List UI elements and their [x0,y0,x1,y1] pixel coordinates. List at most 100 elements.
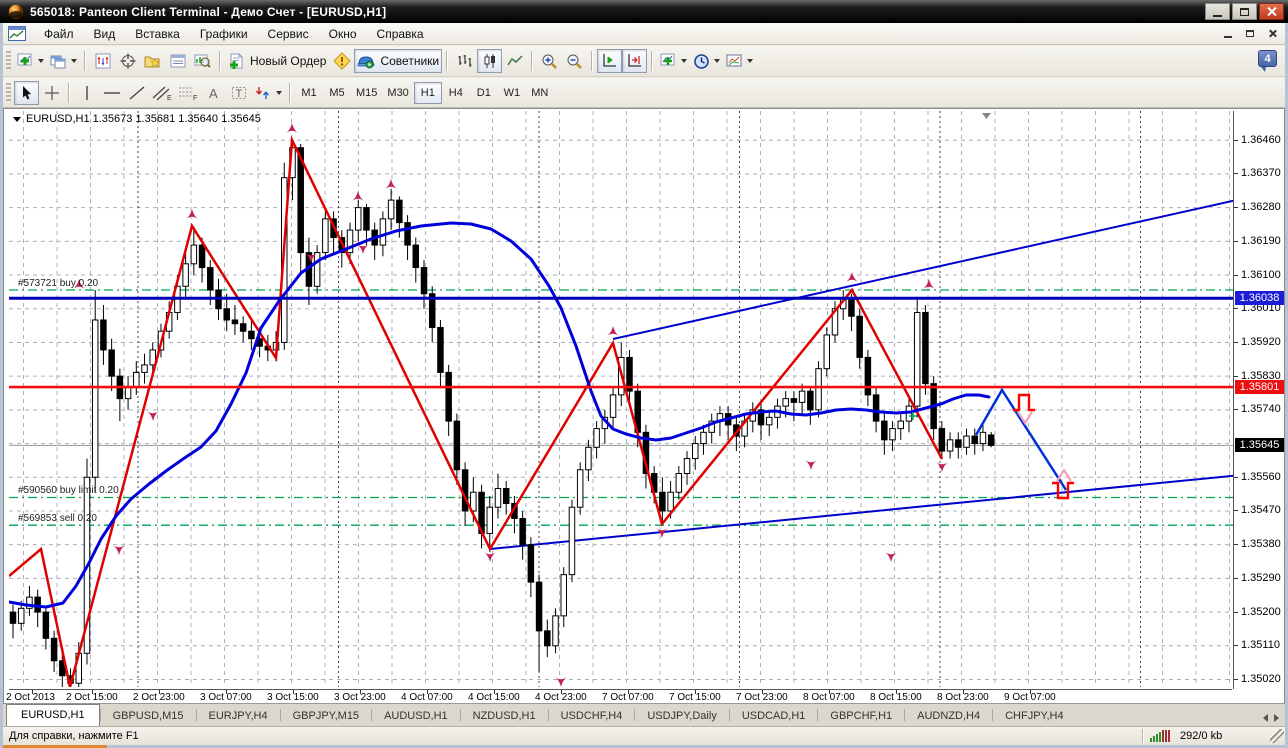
text-label-button[interactable]: T [226,81,251,105]
chart-tab-gbpusd-m15[interactable]: GBPUSD,M15 [101,706,196,726]
zoom-in-button[interactable] [537,49,562,73]
candle-bearish [437,326,444,373]
trendline-button[interactable] [124,81,149,105]
strategy-tester-button[interactable] [190,49,215,73]
metaeditor-button[interactable] [329,49,354,73]
notifications-badge[interactable]: 4 [1258,50,1277,72]
horizontal-line-button[interactable] [99,81,124,105]
chart-tab-audusd-h1[interactable]: AUDUSD,H1 [372,706,460,726]
market-watch-button[interactable] [90,49,115,73]
signal-chevron-up-icon [1056,467,1072,482]
menu-item-вид[interactable]: Вид [84,24,126,44]
price-axis-label: 1.35020 [1241,673,1281,685]
toolbar-grip[interactable] [6,82,11,103]
chart-tab-gbpchf-h1[interactable]: GBPCHF,H1 [818,706,904,726]
chart-tabs: EURUSD,H1 GBPUSD,M15 EURJPY,H4 GBPJPY,M15 AU… [6,704,1076,726]
window-title: 565018: Panteon Client Terminal - Демо С… [30,4,387,19]
fibonacci-button[interactable]: F [175,81,201,105]
time-axis-label: 3 Oct 07:00 [200,692,252,703]
chart-tab-eurjpy-h4[interactable]: EURJPY,H4 [197,706,280,726]
arrow-objects-button[interactable] [251,81,285,105]
timeframe-button-mn[interactable]: MN [526,82,554,104]
order-line-label[interactable]: #590560 buy limit 0.20 [18,485,119,496]
chart-tab-usdjpy-daily[interactable]: USDJPY,Daily [635,706,729,726]
chart-window[interactable]: EURUSD,H1 1.35673 1.35681 1.35640 1.3564… [3,108,1285,704]
zoom-out-button[interactable] [562,49,587,73]
expert-advisors-button[interactable]: Советники [354,49,443,73]
indicators-button[interactable] [657,49,690,73]
time-axis-label: 2 Oct 2013 [6,692,55,703]
candle-bearish [248,330,255,340]
candle-bullish [675,473,683,493]
text-tool-button[interactable]: A [201,81,226,105]
candle-bearish [461,469,469,512]
child-window-controls [1217,25,1283,42]
menu-item-окно[interactable]: Окно [319,24,367,44]
menu-item-файл[interactable]: Файл [34,24,84,44]
restore-button[interactable] [1232,3,1257,20]
chart-tab-gbpjpy-m15[interactable]: GBPJPY,M15 [281,706,371,726]
timeframe-button-m15[interactable]: M15 [351,82,382,104]
tab-scroll-left-button[interactable] [1263,714,1268,722]
toolbar-grip[interactable] [6,51,11,71]
tab-scroll-right-button[interactable] [1274,714,1279,722]
cursor-tool-button[interactable] [14,80,39,105]
new-order-button[interactable]: Новый Ордер [225,49,329,73]
timeframe-button-m5[interactable]: M5 [323,82,351,104]
candle-bearish [807,390,814,411]
chart-tab-usdcad-h1[interactable]: USDCAD,H1 [730,706,818,726]
child-minimize-button[interactable] [1217,25,1239,42]
title-bar[interactable]: 565018: Panteon Client Terminal - Демо С… [0,0,1288,23]
templates-button[interactable] [723,49,756,73]
vertical-line-button[interactable] [74,81,99,105]
chart-shift-button[interactable] [622,49,648,73]
menu-item-графики[interactable]: Графики [190,24,258,44]
candle-bearish [519,517,526,546]
timeframe-button-h1[interactable]: H1 [413,81,442,104]
time-axis[interactable]: 2 Oct 2013 2 Oct 15:00 2 Oct 23:00 3 Oct 07… [6,689,1232,704]
line-chart-button[interactable] [502,49,527,73]
candle-bullish [946,439,954,452]
timeframe-button-d1[interactable]: D1 [470,82,498,104]
child-restore-button[interactable] [1239,25,1261,42]
navigator-button[interactable] [140,49,165,73]
price-tick [1234,611,1238,613]
chart-tab-chfjpy-h4[interactable]: CHFJPY,H4 [993,706,1075,726]
price-axis[interactable]: 1.36460 1.36370 1.36280 1.36190 1.36100 1.360… [1233,111,1284,689]
toolbar-separator [219,51,221,71]
menu-item-справка[interactable]: Справка [367,24,434,44]
candlestick-chart-button[interactable] [477,49,503,73]
status-bar: Для справки, нажмите F1 292/0 kb [3,726,1285,745]
profiles-button[interactable] [47,49,80,73]
crosshair-tool-button[interactable] [39,81,64,105]
resize-grip[interactable] [1270,729,1284,743]
equidistant-channel-button[interactable]: E [149,81,175,105]
timeframe-button-m1[interactable]: M1 [295,82,323,104]
chart-tab-audnzd-h4[interactable]: AUDNZD,H4 [905,706,992,726]
crosshair-icon [120,53,135,69]
chart-tab-nzdusd-h1[interactable]: NZDUSD,H1 [461,706,548,726]
terminal-button[interactable] [165,49,190,73]
bar-chart-button[interactable] [452,49,477,73]
symbol-quote-label[interactable]: EURUSD,H1 1.35673 1.35681 1.35640 1.3564… [13,113,261,125]
timeframe-button-m30[interactable]: M30 [382,82,413,104]
chart-tab-eurusd-h1[interactable]: EURUSD,H1 [6,704,100,726]
menu-item-вставка[interactable]: Вставка [125,24,190,44]
chart-plot[interactable] [9,111,1235,687]
new-chart-button[interactable] [14,49,47,73]
auto-scroll-button[interactable] [597,49,623,73]
candle-bullish [379,218,387,246]
chart-tab-usdchf-h4[interactable]: USDCHF,H4 [549,706,635,726]
minimize-button[interactable] [1205,3,1230,20]
order-line-label[interactable]: #573721 buy 0.20 [18,278,98,289]
child-close-button[interactable] [1261,25,1283,42]
periods-button[interactable] [690,49,723,73]
close-button[interactable] [1259,3,1284,20]
data-window-button[interactable] [115,49,140,73]
order-line-label[interactable]: #569853 sell 0.20 [18,513,97,524]
fractal-down-icon [555,677,567,687]
candle-bearish [987,434,995,446]
timeframe-button-w1[interactable]: W1 [498,82,526,104]
timeframe-button-h4[interactable]: H4 [442,82,470,104]
menu-item-сервис[interactable]: Сервис [258,24,319,44]
